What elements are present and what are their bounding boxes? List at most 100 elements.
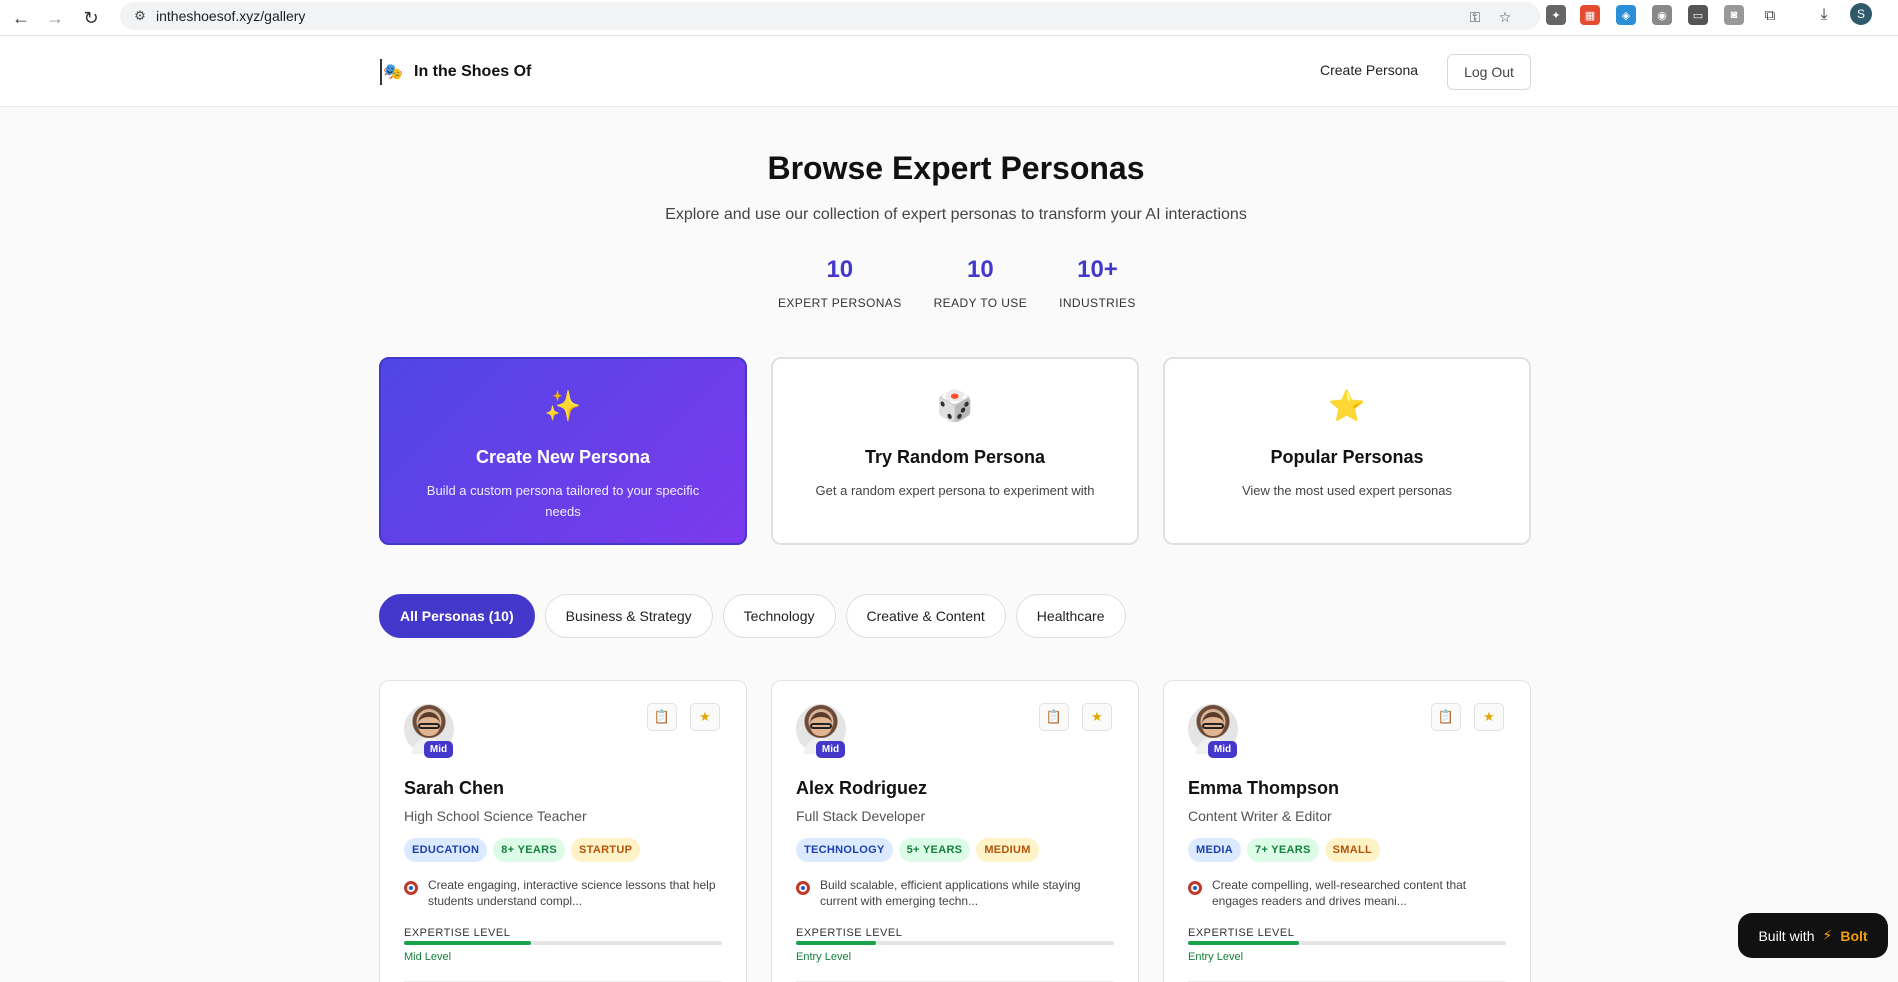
filter-healthcare[interactable]: Healthcare [1015, 594, 1126, 638]
persona-tags: MEDIA 7+ YEARS SMALL [1188, 838, 1381, 862]
bolt-name: Bolt [1840, 927, 1868, 944]
dice-icon: 🎲 [936, 390, 974, 423]
stat-value: 10 [826, 256, 854, 283]
expertise-label: EXPERTISE LEVEL [1188, 927, 1295, 939]
picture-in-picture-icon[interactable]: ▭ [1688, 5, 1708, 25]
persona-name: Sarah Chen [404, 778, 505, 798]
address-bar[interactable]: ⚙ intheshoesof.xyz/gallery ⚿ ☆ [120, 2, 1540, 30]
years-tag: 7+ YEARS [1246, 838, 1319, 862]
persona-card[interactable]: Mid 📋 ★ Sarah Chen High School Science T… [379, 680, 747, 982]
filter-technology[interactable]: Technology [722, 594, 836, 638]
profile-avatar[interactable]: S [1850, 3, 1872, 25]
stat-value: 10 [967, 256, 994, 283]
bookmark-star-icon[interactable]: ☆ [1496, 8, 1514, 26]
filter-creative-content[interactable]: Creative & Content [845, 594, 1006, 638]
download-icon[interactable]: ⤓ [1814, 5, 1834, 25]
expertise-bar-fill [404, 941, 532, 945]
persona-role: Content Writer & Editor [1188, 808, 1332, 824]
persona-tags: EDUCATION 8+ YEARS STARTUP [404, 838, 641, 862]
clipboard-icon[interactable]: 📋 [1431, 703, 1461, 731]
camera-icon[interactable]: ◉ [1652, 5, 1672, 25]
expertise-bar [404, 941, 722, 945]
persona-card[interactable]: Mid 📋 ★ Alex Rodriguez Full Stack Develo… [771, 680, 1139, 982]
stat-value: 10+ [1077, 256, 1118, 283]
favorite-star-icon[interactable]: ★ [1474, 703, 1504, 731]
level-badge: Mid [424, 741, 453, 758]
star-icon: ⭐ [1328, 390, 1366, 423]
category-filters: All Personas (10) Business & Strategy Te… [379, 594, 1126, 638]
try-random-persona-card[interactable]: 🎲 Try Random Persona Get a random expert… [771, 357, 1139, 545]
card-description: View the most used expert personas [1241, 483, 1453, 498]
expertise-bar-fill [1188, 941, 1300, 945]
persona-role: Full Stack Developer [796, 808, 926, 824]
back-arrow-icon[interactable]: ← [6, 3, 36, 33]
expertise-label: EXPERTISE LEVEL [796, 927, 903, 939]
extension-shield-icon[interactable]: ◈ [1616, 5, 1636, 25]
years-tag: 5+ YEARS [898, 838, 971, 862]
password-key-icon[interactable]: ⚿ [1466, 8, 1484, 26]
target-icon [796, 881, 810, 895]
forward-arrow-icon[interactable]: → [40, 3, 70, 33]
site-info-icon[interactable]: ⚙ [132, 8, 148, 24]
extensions-puzzle-icon[interactable]: ⧉ [1760, 5, 1780, 25]
favorite-star-icon[interactable]: ★ [1082, 703, 1112, 731]
lightning-icon: ⚡ [1822, 927, 1833, 943]
persona-goal: Create engaging, interactive science les… [404, 877, 724, 909]
favorite-star-icon[interactable]: ★ [690, 703, 720, 731]
extension-broom-icon[interactable]: ✦ [1546, 5, 1566, 25]
company-size-tag: SMALL [1324, 838, 1381, 862]
persona-role: High School Science Teacher [404, 808, 587, 824]
extension-square-icon[interactable]: ◙ [1724, 5, 1744, 25]
stats-row: 10 EXPERT PERSONAS 10 READY TO USE 10+ I… [778, 256, 1136, 310]
page-subtitle: Explore and use our collection of expert… [665, 206, 1247, 223]
clipboard-icon[interactable]: 📋 [647, 703, 677, 731]
url-text: intheshoesof.xyz/gallery [156, 8, 306, 24]
page-title: Browse Expert Personas [767, 150, 1145, 186]
stat-label: EXPERT PERSONAS [778, 296, 902, 310]
brand[interactable]: 🎭 In the Shoes Of [380, 59, 531, 85]
expertise-level-text: Entry Level [1188, 951, 1244, 963]
stat-label: INDUSTRIES [1059, 296, 1136, 310]
company-size-tag: MEDIUM [976, 838, 1039, 862]
expertise-level-text: Entry Level [796, 951, 852, 963]
target-icon [1188, 881, 1202, 895]
industry-tag: EDUCATION [404, 838, 488, 862]
persona-name: Alex Rodriguez [796, 778, 928, 798]
persona-tags: TECHNOLOGY 5+ YEARS MEDIUM [796, 838, 1039, 862]
filter-all-personas[interactable]: All Personas (10) [379, 594, 535, 638]
filter-business-strategy[interactable]: Business & Strategy [544, 594, 713, 638]
level-badge: Mid [1208, 741, 1237, 758]
built-with-bolt-badge[interactable]: Built with ⚡ Bolt [1738, 913, 1888, 958]
goal-text: Build scalable, efficient applications w… [820, 878, 1081, 908]
reload-icon[interactable]: ↻ [76, 3, 106, 33]
industry-tag: TECHNOLOGY [796, 838, 893, 862]
card-title: Popular Personas [1270, 447, 1424, 467]
persona-name: Emma Thompson [1188, 778, 1340, 798]
clipboard-icon[interactable]: 📋 [1039, 703, 1069, 731]
extension-grid-icon[interactable]: ▦ [1580, 5, 1600, 25]
level-badge: Mid [816, 741, 845, 758]
expertise-bar [1188, 941, 1506, 945]
theater-masks-icon: 🎭 [380, 59, 404, 85]
stat-ready-to-use: 10 READY TO USE [934, 256, 1028, 310]
create-new-persona-card[interactable]: ✨ Create New Persona Build a custom pers… [379, 357, 747, 545]
expertise-level-text: Mid Level [404, 951, 452, 963]
card-description: Get a random expert persona to experimen… [815, 483, 1095, 498]
logout-button[interactable]: Log Out [1447, 54, 1531, 90]
expertise-bar [796, 941, 1114, 945]
action-cards: ✨ Create New Persona Build a custom pers… [379, 357, 1531, 545]
stat-label: READY TO USE [933, 296, 1028, 310]
browser-toolbar: ← → ↻ ⚙ intheshoesof.xyz/gallery ⚿ ☆ ✦ ▦… [0, 0, 1898, 36]
persona-goal: Build scalable, efficient applications w… [796, 877, 1116, 909]
company-size-tag: STARTUP [570, 838, 641, 862]
goal-text: Create compelling, well-researched conte… [1212, 878, 1467, 908]
persona-grid: Mid 📋 ★ Sarah Chen High School Science T… [379, 680, 1531, 982]
popular-personas-card[interactable]: ⭐ Popular Personas View the most used ex… [1163, 357, 1531, 545]
card-description: Build a custom persona tailored to your … [426, 483, 700, 519]
persona-card[interactable]: Mid 📋 ★ Emma Thompson Content Writer & E… [1163, 680, 1531, 982]
expertise-label: EXPERTISE LEVEL [404, 927, 511, 939]
card-title: Create New Persona [475, 447, 651, 467]
goal-text: Create engaging, interactive science les… [428, 878, 716, 908]
create-persona-link[interactable]: Create Persona [1320, 62, 1418, 78]
stat-expert-personas: 10 EXPERT PERSONAS [778, 256, 902, 310]
